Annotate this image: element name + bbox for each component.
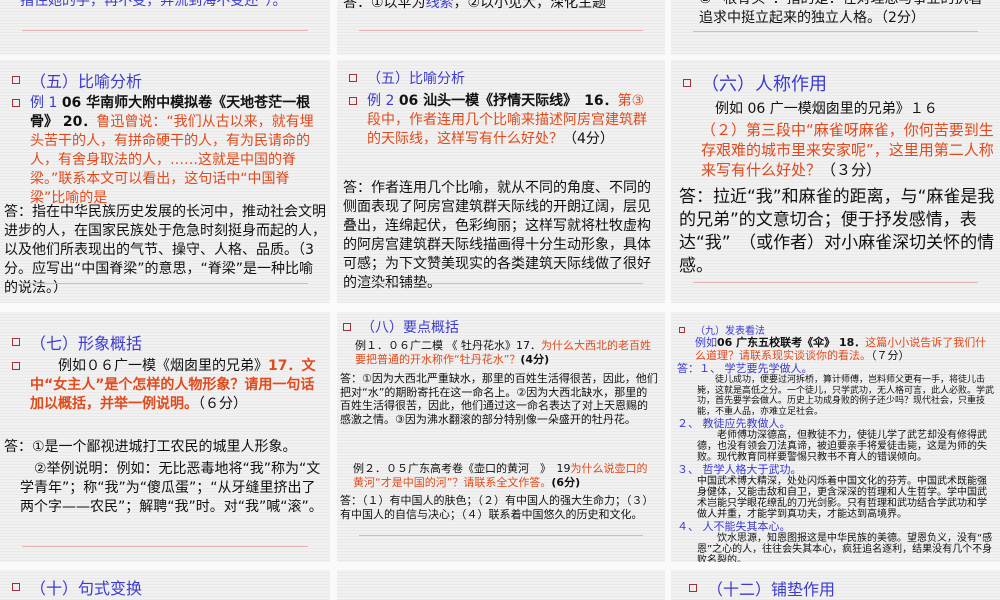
- example-label: 例 1: [30, 95, 58, 111]
- bullet-icon: [12, 99, 20, 107]
- bullet-icon: [679, 326, 685, 333]
- slide-metaphor-1[interactable]: （五）比喻分析 例 1 06 华南师大附中模拟卷《天地苍茫一根骨》 20．鲁迅曾…: [0, 60, 330, 303]
- divider: [359, 283, 643, 284]
- title-text: （七）形象概括: [30, 334, 143, 353]
- bullet-icon: [12, 583, 20, 591]
- divider: [22, 546, 308, 547]
- divider: [22, 30, 308, 31]
- slide-top-right[interactable]: ② “根骨头”：指的是：在对理想与事业的执著追求中挺立起来的独立人格。（2分）: [671, 0, 1000, 55]
- question-source: 例１．０６广二模 《 牡丹花水》17．: [355, 339, 541, 352]
- answer-2: ②举例说明：例如：无比恶毒地将“我”称为“文学青年”；称“我”为“傻瓜蛋”；“从…: [20, 461, 323, 515]
- slide-foreshadowing[interactable]: （十二）铺垫作用: [671, 570, 1000, 600]
- question-source: 例如 06 广一模烟囱里的兄弟》１６: [715, 101, 938, 117]
- score: （７分）: [871, 349, 910, 362]
- question: （２）第三段中“麻雀呀麻雀，你何苦要到生存艰难的城市里来安家呢”，这里用第二人称…: [701, 120, 996, 180]
- question-source: 例如０６广一模《烟囱里的兄弟》: [58, 358, 268, 374]
- title-text: （六）人称作用: [701, 74, 827, 95]
- divider: [693, 282, 978, 283]
- bullet-icon: [343, 323, 351, 331]
- point-heading: ４、 人不能失其本心。: [677, 520, 791, 533]
- slide-text: 指住她的手，”再不变，弃流到海不变还”）。: [20, 0, 287, 9]
- point-text: 徒儿成功，便要过河拆桥，算计师傅，岂料师父更有一手，将徒儿击毙，这就是高低之分。…: [697, 375, 995, 417]
- example-label: 例 2: [367, 93, 395, 109]
- slide-title: （五）比喻分析: [349, 68, 465, 88]
- point-heading: ３、 哲学人格大于武功。: [677, 463, 802, 476]
- slide-title: （十）句式变换: [12, 575, 142, 599]
- answer-point: ２、 教徒应先教做人。 老师傅功深德高，但教徒不力，使徒儿学了武艺却没有修得武德，…: [677, 417, 995, 463]
- point-text: 老师傅功深德高，但教徒不力，使徒儿学了武艺却没有修得武德，也没有领会刀法真谛，被…: [697, 430, 987, 463]
- question-source: 例２．０５广东高考卷《壶口的黄河 》 19: [353, 462, 571, 475]
- question-source: 06 汕头一模《抒情天际线》 16．: [398, 93, 618, 109]
- answer-prefix: 答：①以伞为: [343, 0, 426, 11]
- slide-text: ② “根骨头”：指的是：在对理想与事业的执著追求中挺立起来的独立人格。（2分）: [699, 0, 983, 26]
- bullet-icon: [12, 362, 20, 370]
- divider: [359, 535, 643, 536]
- title-text: （十二）铺垫作用: [707, 580, 836, 599]
- slide-title: （六）人称作用: [683, 70, 827, 96]
- score: （３分）: [821, 161, 882, 179]
- question: 例 1 06 华南师大附中模拟卷《天地苍茫一根骨》 20．鲁迅曾说：“我们从古以…: [12, 94, 317, 208]
- bullet-icon: [349, 97, 357, 105]
- slide-person[interactable]: （六）人称作用 例如 06 广一模烟囱里的兄弟》１６ （２）第三段中“麻雀呀麻雀…: [671, 60, 1000, 303]
- score: (4分): [520, 353, 550, 366]
- divider: [693, 31, 978, 32]
- answer: 答：作者连用几个比喻，就从不同的角度、不同的侧面表现了阿房宫建筑群天际线的开朗辽…: [343, 180, 651, 291]
- score: （６分）: [198, 396, 247, 412]
- point-text: 饮水思源，知恩图报这是中华民族的美德。望恩负义，没有“感恩”之心的人，往往会失其…: [697, 533, 993, 562]
- title-text: （五）比喻分析: [30, 72, 143, 91]
- divider: [22, 283, 308, 284]
- point-heading: 答：１、 学艺要先学做人。: [677, 362, 813, 375]
- answer-point: 答：１、 学艺要先学做人。 徒儿成功，便要过河拆桥，算计师傅，岂料师父更有一手，将…: [677, 362, 995, 417]
- divider: [359, 30, 643, 31]
- question-source: 06 广东五校联考《伞》 18．: [717, 336, 866, 349]
- title-text: （五）比喻分析: [367, 71, 465, 87]
- bullet-icon: [349, 74, 357, 82]
- question-1: 例１．０６广二模 《 牡丹花水》17．为什么大西北的老百姓要把普通的开水称作“牡…: [355, 339, 660, 367]
- answer-point: ３、 哲学人格大于武功。 中国武术博大精深，处处闪烁着中国文化的芬芳。中国武术既能…: [677, 463, 995, 520]
- answer: 答：拉近“我”和麻雀的距离，与“麻雀是我的兄弟”的文意切合；便于抒发感情，表达“…: [679, 187, 995, 276]
- bullet-icon: [12, 76, 20, 84]
- slide-opinion[interactable]: （九）发表看法 例如06 广东五校联考《伞》 18．这篇小小说告诉了我们什么道理…: [671, 312, 1000, 562]
- score: (6分): [551, 476, 581, 489]
- slide-sentence-transform[interactable]: （十）句式变换: [0, 570, 330, 600]
- slide-title: （九）发表看法: [679, 322, 765, 337]
- slide-title: （五）比喻分析: [12, 68, 142, 92]
- slide-bottom-mid[interactable]: [337, 570, 665, 600]
- slide-top-mid[interactable]: 答：①以伞为线索，②以小见大，深化主题: [337, 0, 665, 55]
- slide-key-points[interactable]: （八）要点概括 例１．０６广二模 《 牡丹花水》17．为什么大西北的老百姓要把普…: [337, 312, 665, 562]
- bullet-icon: [12, 338, 20, 346]
- question: 例 2 06 汕头一模《抒情天际线》 16．第③段中，作者连用几个比喻来描述阿房…: [349, 92, 654, 149]
- answer-1: 答：①是一个鄙视进城打工农民的城里人形象。: [4, 439, 297, 455]
- point-text: 中国武术博大精深，处处闪烁着中国文化的芬芳。中国武术既能强身健体，又能击敌和自卫…: [697, 476, 987, 520]
- point-heading: ２、 教徒应先教做人。: [677, 417, 791, 430]
- title-text: （十）句式变换: [30, 579, 143, 598]
- answer-point: ４、 人不能失其本心。 饮水思源，知恩图报这是中华民族的美德。望恩负义，没有“感恩…: [677, 520, 995, 562]
- question: 例如06 广东五校联考《伞》 18．这篇小小说告诉了我们什么道理？请联系现实谈谈…: [695, 336, 995, 362]
- slide-image-summary[interactable]: （七）形象概括 例如０６广一模《烟囱里的兄弟》17．文中“女主人”是个怎样的人物…: [0, 312, 330, 562]
- bullet-icon: [683, 79, 691, 87]
- slide-title: （七）形象概括: [12, 330, 142, 354]
- answer-1: 答：①因为大西北严重缺水，那里的百姓生活得很苦，因此，他们把对“水”的期盼寄托在…: [340, 372, 658, 426]
- example-label: 例如: [695, 336, 717, 349]
- score: （4分）: [563, 131, 614, 147]
- question: 例如０６广一模《烟囱里的兄弟》17．文中“女主人”是个怎样的人物形象？请用一句话…: [12, 357, 327, 414]
- slide-text: 答：①以伞为线索，②以小见大，深化主题: [343, 0, 643, 13]
- question-2: 例２．０５广东高考卷《壶口的黄河 》 19为什么说壶口的黄河“才是中国的河”？请…: [353, 462, 658, 490]
- answer-keyword: 线索: [425, 0, 454, 11]
- answer-2: 答：（１）有中国人的肤色；（２）有中国人的强大生命力；（３）有中国人的自信与决心…: [340, 494, 654, 521]
- slide-title: （十二）铺垫作用: [689, 576, 835, 600]
- answer-points: 答：１、 学艺要先学做人。 徒儿成功，便要过河拆桥，算计师傅，岂料师父更有一手，将…: [677, 362, 995, 562]
- answer-rest: ，②以小见大，深化主题: [453, 0, 607, 11]
- slide-top-left[interactable]: 指住她的手，”再不变，弃流到海不变还”）。: [0, 0, 330, 55]
- slide-metaphor-2[interactable]: （五）比喻分析 例 2 06 汕头一模《抒情天际线》 16．第③段中，作者连用几…: [337, 60, 665, 303]
- bullet-icon: [689, 584, 697, 592]
- title-text: （九）发表看法: [695, 326, 765, 337]
- slide-title: （八）要点概括: [343, 317, 459, 337]
- title-text: （八）要点概括: [361, 320, 459, 336]
